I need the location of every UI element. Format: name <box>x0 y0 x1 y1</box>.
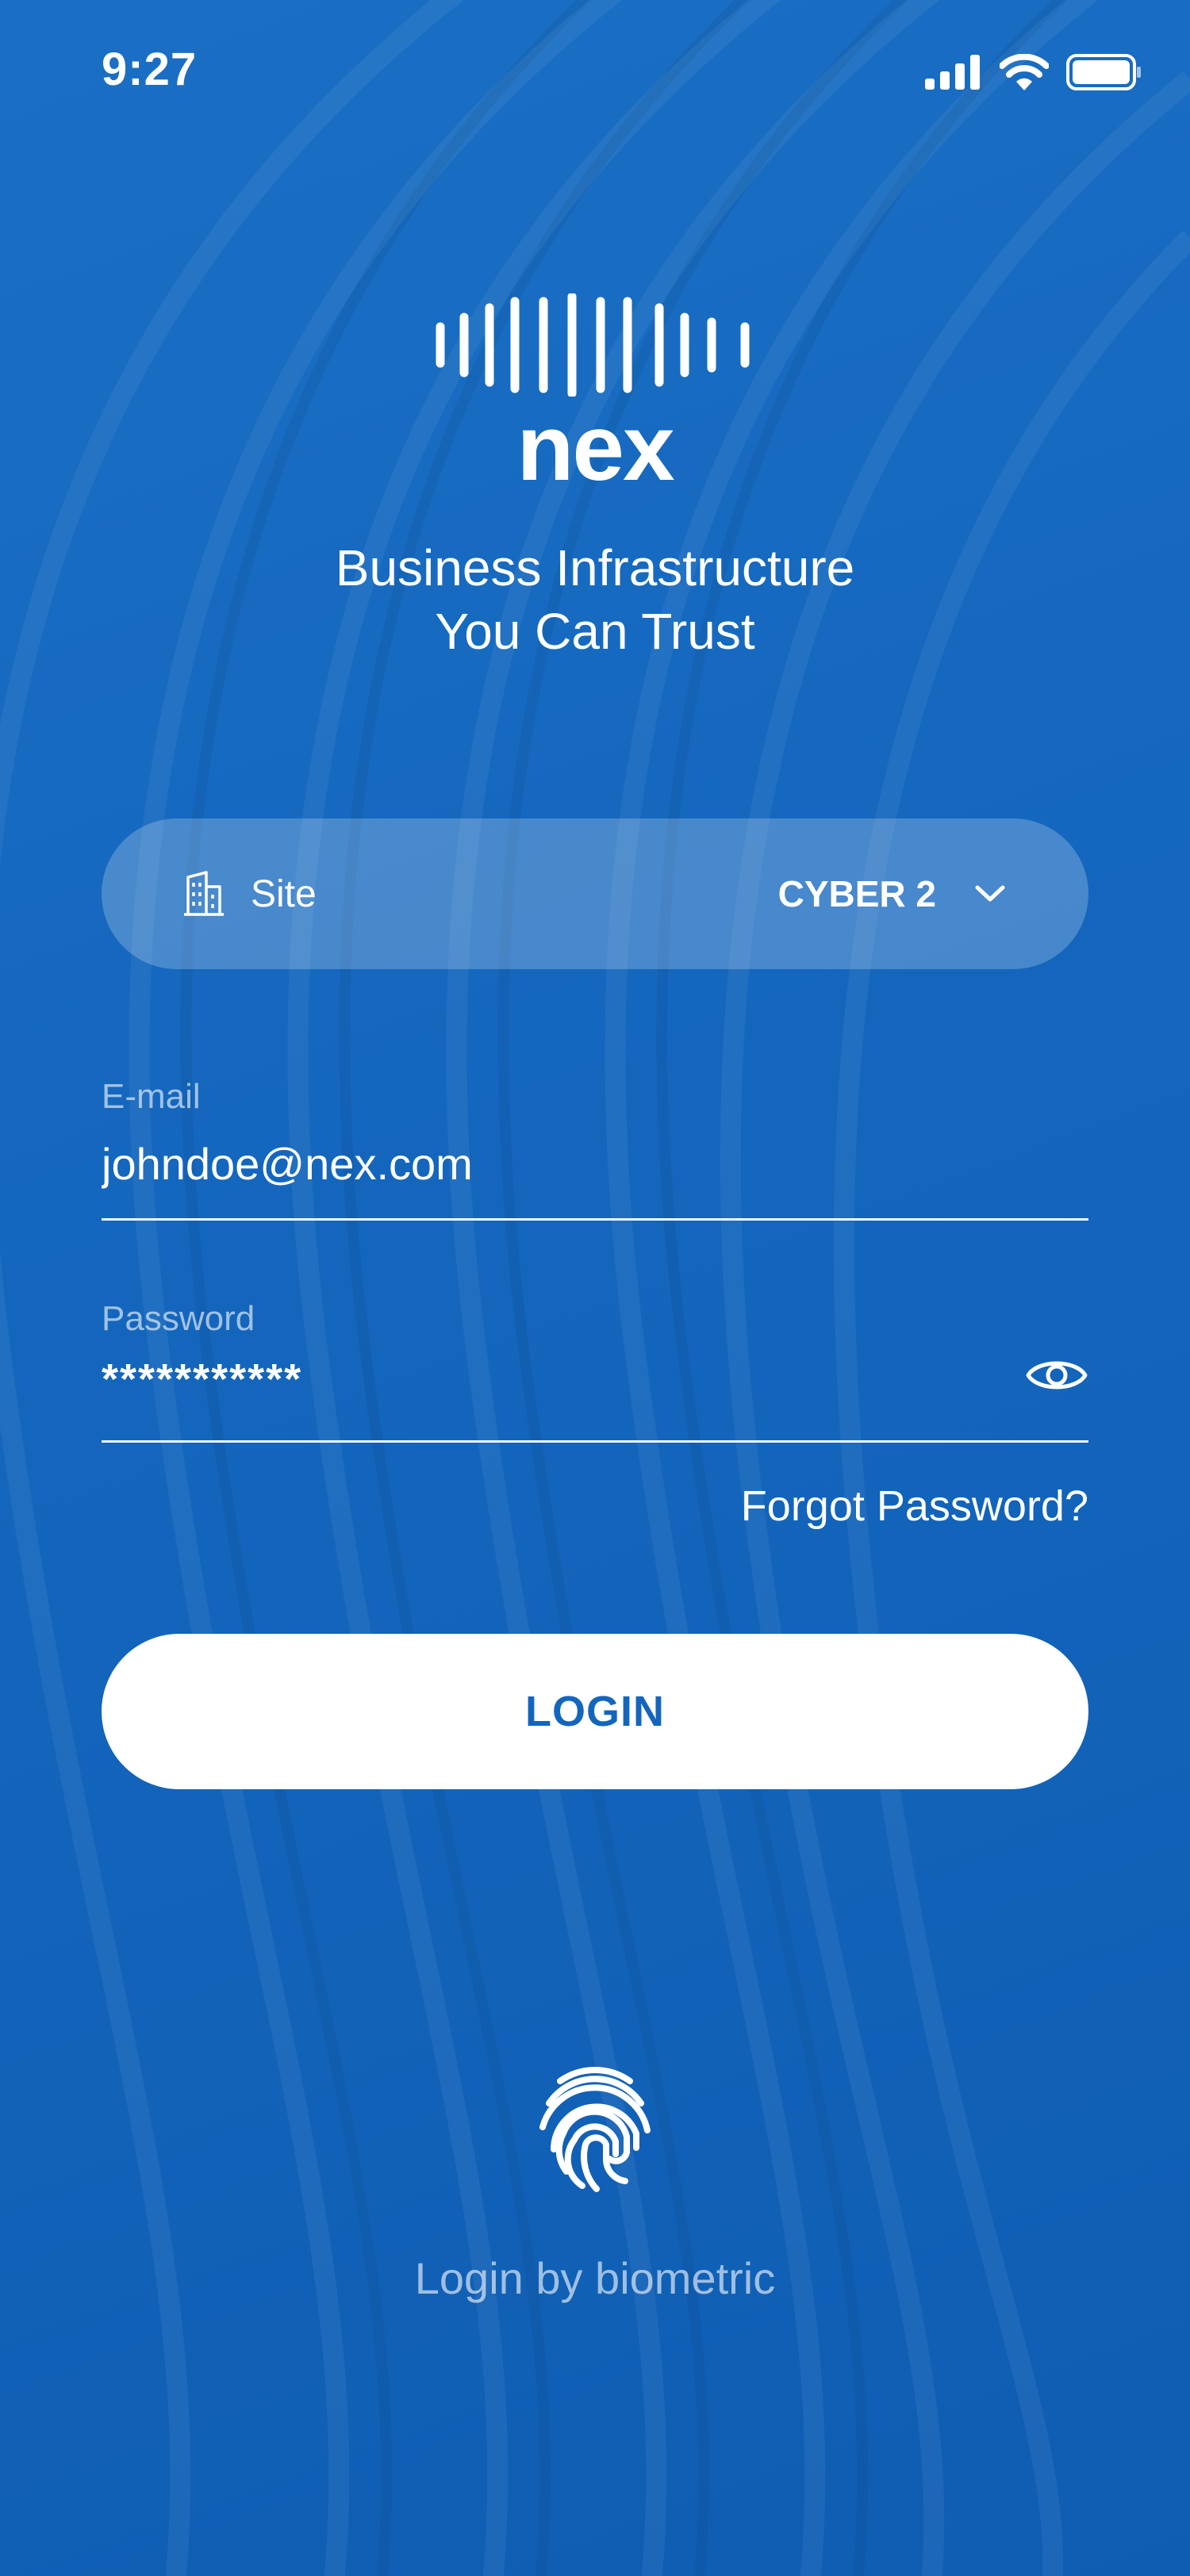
email-input[interactable] <box>102 1133 974 1194</box>
password-input[interactable]: *********** <box>102 1355 302 1404</box>
status-time: 9:27 <box>102 44 198 95</box>
brand-logo: nex <box>0 293 1190 495</box>
email-field: E-mail <box>102 1072 1088 1221</box>
site-label: Site <box>251 872 317 915</box>
site-value: CYBER 2 <box>777 873 936 914</box>
login-screen: 9:27 nex Business Infrastructure You Can… <box>0 0 1190 2576</box>
password-label: Password <box>102 1299 255 1338</box>
chevron-down-icon <box>971 875 1009 913</box>
nex-logo-bars-icon <box>436 293 750 397</box>
status-icons <box>925 51 1142 94</box>
login-button[interactable]: LOGIN <box>102 1634 1088 1789</box>
tagline-line-2: You Can Trust <box>435 603 755 660</box>
battery-icon <box>1066 54 1141 90</box>
site-selector[interactable]: Site CYBER 2 <box>102 818 1088 969</box>
password-field: Password *********** <box>102 1294 1088 1443</box>
cellular-signal-icon <box>925 55 980 90</box>
biometric-login: Login by biometric <box>0 2054 1190 2304</box>
wifi-icon <box>1000 54 1049 90</box>
fingerprint-icon[interactable] <box>532 2054 658 2197</box>
status-bar: 9:27 <box>0 0 1190 143</box>
brand-wordmark: nex <box>516 396 674 500</box>
tagline-line-1: Business Infrastructure <box>335 539 855 596</box>
forgot-password-link[interactable]: Forgot Password? <box>741 1482 1088 1531</box>
email-label: E-mail <box>102 1077 201 1116</box>
brand-tagline: Business Infrastructure You Can Trust <box>0 536 1190 663</box>
building-icon <box>181 871 227 917</box>
biometric-label[interactable]: Login by biometric <box>415 2252 775 2304</box>
eye-icon[interactable] <box>1025 1350 1088 1401</box>
